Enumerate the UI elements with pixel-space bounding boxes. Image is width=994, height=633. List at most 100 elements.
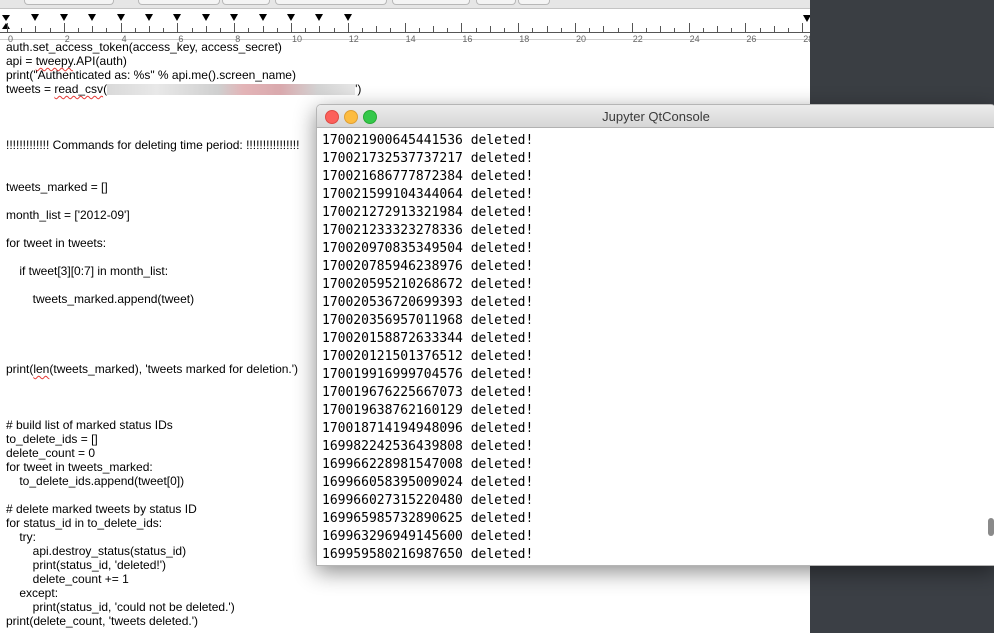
ruler-number: 14	[405, 34, 416, 44]
document-line: api = tweepy.API(auth)	[6, 54, 127, 68]
ruler-tick	[276, 28, 278, 32]
tab-stop-marker[interactable]	[88, 14, 97, 21]
text-segment: auth.set_access_token(access_key, access…	[6, 40, 282, 54]
tab-stop-marker[interactable]	[173, 14, 182, 21]
text-segment: except:	[6, 586, 59, 600]
ruler[interactable]: 0246810121416182022242628	[0, 9, 810, 44]
console-output-line: 170021272913321984 deleted!	[322, 205, 534, 220]
tab-stop-marker[interactable]	[201, 14, 210, 21]
ruler-number: 26	[746, 34, 757, 44]
document-line: print("Authenticated as: %s" % api.me().…	[6, 68, 296, 82]
console-output-line: 170020785946238976 deleted!	[322, 259, 534, 274]
window-titlebar[interactable]: Jupyter QtConsole	[317, 105, 994, 128]
ruler-tick	[78, 28, 79, 32]
document-line: # delete marked tweets by status ID	[6, 502, 197, 516]
console-output-line: 170021233323278336 deleted!	[322, 223, 534, 238]
misspelled-word: read_csv	[54, 82, 104, 96]
console-output-line: 169966058395009024 deleted!	[322, 475, 534, 490]
document-line: to_delete_ids.append(tweet[0])	[6, 474, 184, 488]
console-output-line: 170020536720699393 deleted!	[322, 295, 534, 310]
ruler-number: 22	[632, 34, 643, 44]
ruler-number: 12	[348, 34, 359, 44]
text-segment: .API(auth)	[72, 54, 127, 68]
text-segment: for tweet in tweets:	[6, 236, 107, 250]
text-segment: ')	[355, 82, 362, 96]
ruler-tick	[177, 23, 179, 32]
document-line: month_list = ['2012-09']	[6, 208, 130, 222]
console-output-line: 170020121501376512 deleted!	[322, 349, 534, 364]
ruler-tick	[404, 23, 406, 32]
right-margin-marker[interactable]	[803, 15, 810, 22]
console-output-line: 169965985732890625 deleted!	[322, 511, 534, 526]
ruler-baseline	[0, 32, 810, 33]
first-line-indent-marker[interactable]	[2, 15, 10, 21]
scrollbar-thumb[interactable]	[988, 518, 994, 536]
toolbar-button[interactable]	[222, 0, 270, 5]
ruler-number: 16	[462, 34, 473, 44]
console-output-line: 170020595210268672 deleted!	[322, 277, 534, 292]
console-lines: 170021900645441536 deleted! 1700217325377…	[322, 132, 533, 564]
document-line: delete_count += 1	[6, 572, 129, 586]
console-output-line: 170019916999704576 deleted!	[322, 367, 534, 382]
ruler-tick	[248, 28, 250, 32]
ruler-tick	[702, 28, 704, 32]
text-segment: api =	[6, 54, 36, 68]
console-output[interactable]: 170021900645441536 deleted! 1700217325377…	[317, 128, 994, 565]
tab-stop-marker[interactable]	[145, 14, 153, 21]
text-segment: for tweet in tweets_marked:	[6, 460, 153, 474]
document-line: print(status_id, 'deleted!')	[6, 558, 166, 572]
ruler-tick	[674, 28, 676, 32]
tab-stop-marker[interactable]	[287, 14, 295, 21]
tab-stop-marker[interactable]	[116, 14, 125, 21]
console-output-line: 169966027315220480 deleted!	[322, 493, 534, 508]
ruler-number: 18	[519, 34, 530, 44]
toolbar-button[interactable]	[392, 0, 470, 5]
toolbar-button[interactable]	[518, 0, 550, 5]
ruler-tick	[489, 26, 491, 32]
ruler-tick	[788, 28, 789, 32]
ruler-tick	[646, 28, 647, 32]
ruler-tick	[518, 23, 520, 32]
ruler-number: 28	[803, 34, 810, 44]
document-line: tweets = read_csv(')	[6, 82, 361, 96]
document-line: for tweet in tweets_marked:	[6, 460, 153, 474]
ruler-tick	[802, 23, 804, 32]
document-line: try:	[6, 530, 36, 544]
ruler-tick	[92, 26, 94, 32]
ruler-number: 20	[576, 34, 587, 44]
text-segment: tweets_marked = []	[6, 180, 108, 194]
qtconsole-window[interactable]: Jupyter QtConsole 170021900645441536 del…	[316, 104, 994, 566]
ruler-tick	[631, 23, 633, 32]
tab-stop-marker[interactable]	[31, 14, 40, 21]
ruler-tick	[120, 23, 122, 32]
tab-stop-marker[interactable]	[315, 14, 324, 21]
document-line: auth.set_access_token(access_key, access…	[6, 40, 282, 54]
toolbar-button[interactable]	[275, 0, 387, 5]
tab-stop-marker[interactable]	[230, 14, 239, 21]
text-segment: delete_count = 0	[6, 446, 96, 460]
ruler-tick	[21, 28, 23, 32]
ruler-tick	[589, 28, 591, 32]
console-output-line: 170021900645441536 deleted!	[322, 133, 534, 148]
text-segment: print("Authenticated as: %s" % api.me().…	[6, 68, 296, 82]
ruler-tick	[333, 28, 335, 32]
left-indent-marker[interactable]	[2, 23, 10, 29]
ruler-tick	[546, 26, 548, 32]
toolbar-button[interactable]	[24, 0, 114, 5]
ruler-tick	[433, 26, 434, 32]
ruler-tick	[347, 23, 349, 32]
console-output-line: 169982242536439808 deleted!	[322, 439, 534, 454]
toolbar-button[interactable]	[138, 0, 220, 5]
document-line: delete_count = 0	[6, 446, 95, 460]
document-line: if tweet[3][0:7] in month_list:	[6, 264, 168, 278]
tab-stop-marker[interactable]	[343, 14, 352, 21]
toolbar-button[interactable]	[476, 0, 516, 5]
document-line: print(len(tweets_marked), 'tweets marked…	[6, 362, 298, 376]
ruler-tick	[575, 23, 576, 32]
tab-stop-marker[interactable]	[59, 14, 68, 21]
tab-stop-marker[interactable]	[258, 14, 267, 21]
ruler-tick	[163, 28, 165, 32]
ruler-tick	[234, 23, 236, 32]
text-segment: print(delete_count, 'tweets deleted.')	[6, 614, 199, 628]
console-output-line: 170021732537737217 deleted!	[322, 151, 534, 166]
